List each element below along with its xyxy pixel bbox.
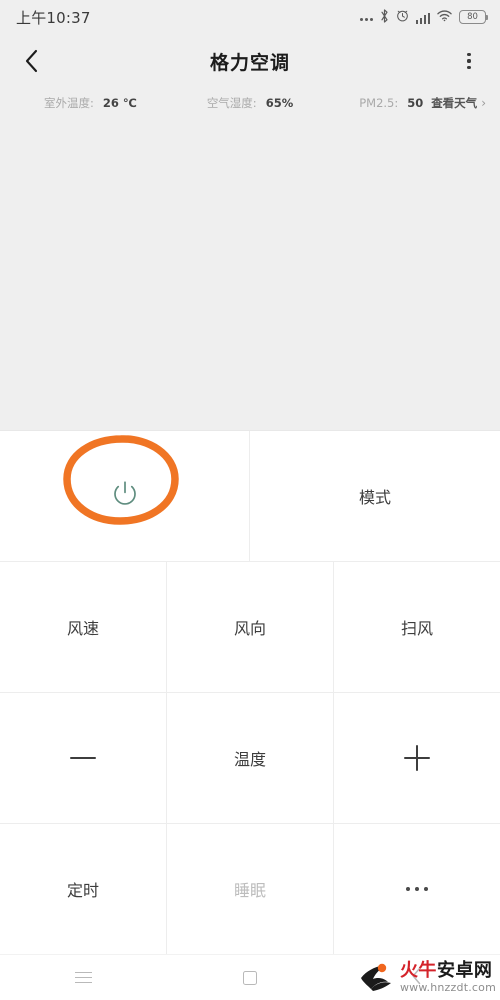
overflow-menu-button[interactable] — [456, 46, 482, 76]
air-humidity: 空气湿度: 65% — [207, 95, 293, 111]
temperature-decrease-button[interactable] — [0, 693, 167, 823]
title-bar: 格力空调 — [0, 34, 500, 88]
timer-button[interactable]: 定时 — [0, 824, 167, 954]
minus-icon — [70, 756, 96, 760]
control-row-fan: 风速 风向 扫风 — [0, 562, 500, 693]
pm25-value: 50 — [407, 96, 424, 110]
signal-bars-icon — [415, 11, 430, 24]
sleep-button[interactable]: 睡眠 — [167, 824, 334, 954]
bluetooth-icon — [380, 8, 389, 26]
temperature-increase-button[interactable] — [334, 693, 500, 823]
back-chevron-icon — [24, 49, 39, 73]
alarm-clock-icon — [396, 9, 409, 25]
swing-button[interactable]: 扫风 — [334, 562, 500, 692]
outdoor-temperature: 室外温度: 26 ℃ — [44, 95, 137, 111]
status-time: 上午10:37 — [16, 8, 91, 27]
wind-direction-button[interactable]: 风向 — [167, 562, 334, 692]
pm25-label: PM2.5: — [359, 96, 399, 110]
more-options-button[interactable] — [334, 824, 500, 954]
swing-label: 扫风 — [400, 619, 433, 638]
view-weather-link[interactable]: 查看天气 › — [431, 95, 486, 111]
view-weather-label: 查看天气 — [431, 96, 478, 110]
fan-speed-label: 风速 — [66, 619, 99, 638]
back-chevron-icon — [411, 967, 422, 989]
battery-icon: 80 — [459, 10, 488, 24]
control-row-extras: 定时 睡眠 — [0, 824, 500, 954]
overflow-menu-icon — [467, 53, 471, 57]
timer-label: 定时 — [66, 881, 99, 900]
mode-label: 模式 — [358, 488, 391, 507]
back-button[interactable] — [16, 46, 46, 76]
control-row-temperature: 温度 — [0, 693, 500, 824]
device-display-area — [0, 118, 500, 430]
control-row-power: 模式 — [0, 431, 500, 562]
outdoor-temperature-value: 26 ℃ — [102, 96, 137, 110]
more-dots-icon — [359, 10, 373, 24]
page-title: 格力空调 — [209, 51, 290, 74]
power-icon — [112, 480, 138, 512]
temperature-label: 温度 — [233, 750, 266, 769]
mode-button[interactable]: 模式 — [250, 431, 500, 561]
nav-home-button[interactable] — [167, 955, 334, 1000]
temperature-label-cell[interactable]: 温度 — [167, 693, 334, 823]
power-button[interactable] — [0, 431, 250, 561]
sleep-label: 睡眠 — [233, 881, 266, 900]
nav-back-button[interactable] — [333, 955, 500, 1000]
weather-strip: 室外温度: 26 ℃ 空气湿度: 65% PM2.5: 50 查看天气 › — [0, 88, 500, 118]
battery-level: 80 — [467, 12, 478, 22]
wifi-icon — [437, 9, 452, 25]
square-icon — [243, 970, 257, 985]
wind-direction-label: 风向 — [233, 619, 266, 638]
chevron-right-icon: › — [481, 96, 486, 110]
fan-speed-button[interactable]: 风速 — [0, 562, 167, 692]
outdoor-temperature-label: 室外温度: — [44, 96, 94, 110]
system-navigation-bar — [0, 954, 500, 1000]
status-icon-tray: 80 — [359, 8, 488, 26]
more-dots-icon — [406, 887, 428, 891]
plus-icon — [404, 745, 430, 771]
phone-screen: 上午10:37 80 格力空调 室外温度: 26 ℃ 空气湿度: 65% PM2… — [0, 0, 500, 1000]
hamburger-icon — [74, 971, 92, 984]
air-humidity-label: 空气湿度: — [206, 96, 257, 110]
air-humidity-value: 65% — [265, 96, 294, 110]
control-panel: 模式 风速 风向 扫风 温度 定时 睡眠 — [0, 430, 500, 954]
nav-recents-button[interactable] — [0, 955, 167, 1000]
pm25: PM2.5: 50 — [359, 96, 423, 110]
status-bar: 上午10:37 80 — [0, 0, 500, 34]
